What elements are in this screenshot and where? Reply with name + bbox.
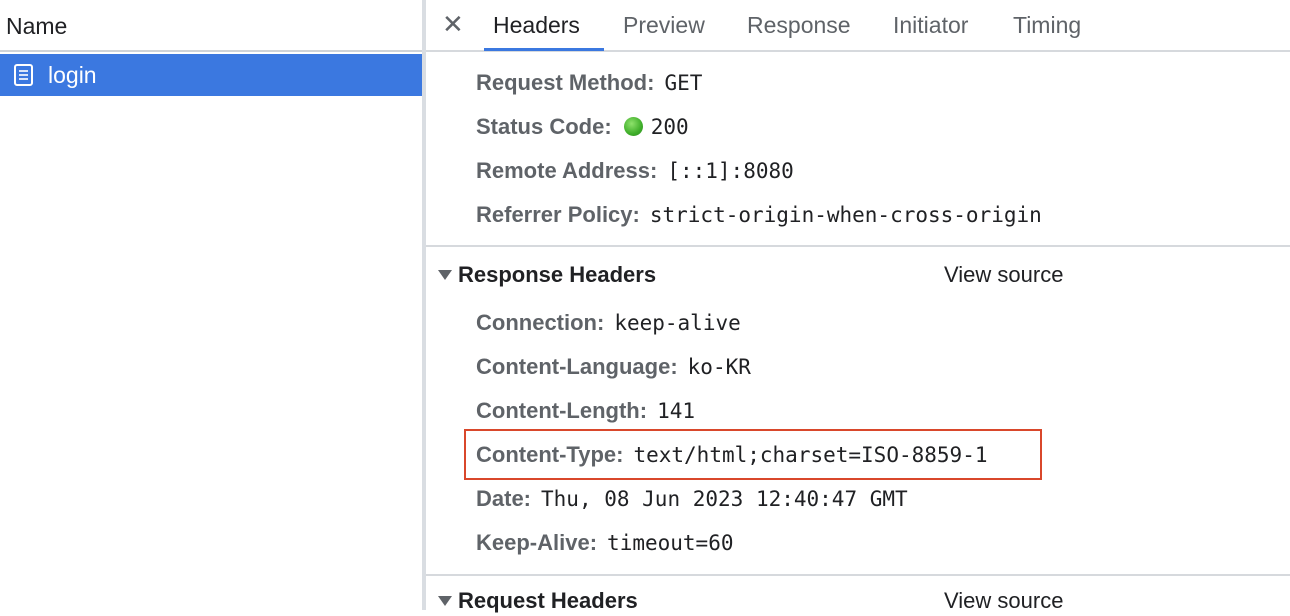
response-view-source-link[interactable]: View source: [944, 260, 1063, 290]
response-header-row: Connection: keep-alive: [476, 308, 741, 338]
header-key: Content-Length:: [476, 398, 648, 423]
header-value: timeout=60: [607, 531, 734, 555]
tab-response[interactable]: Response: [747, 0, 851, 50]
tab-timing[interactable]: Timing: [1013, 0, 1081, 50]
general-row: Remote Address: [::1]:8080: [476, 156, 794, 186]
header-key: Request Method:: [476, 70, 655, 95]
document-icon: [14, 64, 33, 86]
header-value: ko-KR: [687, 355, 751, 379]
response-header-row: Keep-Alive: timeout=60: [476, 528, 733, 558]
header-key: Keep-Alive:: [476, 530, 598, 555]
header-key: Connection:: [476, 310, 605, 335]
tab-preview[interactable]: Preview: [623, 0, 705, 50]
header-value: GET: [664, 71, 703, 95]
header-key: Status Code:: [476, 114, 612, 139]
tab-initiator[interactable]: Initiator: [893, 0, 968, 50]
request-row-login[interactable]: login: [0, 54, 422, 96]
close-icon[interactable]: ✕: [442, 8, 464, 40]
request-headers-toggle[interactable]: Request Headers: [438, 586, 638, 616]
response-header-row: Date: Thu, 08 Jun 2023 12:40:47 GMT: [476, 484, 908, 514]
general-row: Status Code: 200: [476, 112, 689, 142]
active-tab-indicator: [484, 48, 604, 51]
header-key: Content-Language:: [476, 354, 678, 379]
request-name: login: [48, 61, 97, 88]
request-list-panel: Name login: [0, 0, 422, 610]
general-row: Request Method: GET: [476, 68, 702, 98]
request-details-panel: ✕ Headers Preview Response Initiator Tim…: [426, 0, 1290, 613]
details-tab-bar: ✕ Headers Preview Response Initiator Tim…: [426, 0, 1290, 52]
header-value: keep-alive: [614, 311, 741, 335]
header-value: 200: [650, 115, 689, 139]
header-value: [::1]:8080: [667, 159, 794, 183]
request-headers-title: Request Headers: [458, 588, 638, 613]
general-row: Referrer Policy: strict-origin-when-cross…: [476, 200, 1042, 230]
header-value: strict-origin-when-cross-origin: [649, 203, 1042, 227]
triangle-down-icon: [438, 270, 452, 280]
section-divider: [426, 574, 1290, 576]
name-column-header[interactable]: Name: [0, 0, 422, 52]
header-value: 141: [657, 399, 695, 423]
response-headers-title: Response Headers: [458, 262, 657, 287]
header-key: Date:: [476, 486, 532, 511]
status-success-icon: [623, 117, 643, 136]
header-key: Referrer Policy:: [476, 202, 640, 227]
response-headers-toggle[interactable]: Response Headers: [438, 260, 656, 290]
triangle-down-icon: [438, 596, 452, 606]
header-value: Thu, 08 Jun 2023 12:40:47 GMT: [541, 487, 908, 511]
tab-headers[interactable]: Headers: [493, 0, 580, 50]
section-divider: [426, 245, 1290, 247]
header-key: Remote Address:: [476, 158, 658, 183]
response-header-row: Content-Length: 141: [476, 396, 695, 426]
content-type-highlight-box: [464, 429, 1042, 480]
request-view-source-link[interactable]: View source: [944, 586, 1063, 616]
response-header-row: Content-Language: ko-KR: [476, 352, 751, 382]
